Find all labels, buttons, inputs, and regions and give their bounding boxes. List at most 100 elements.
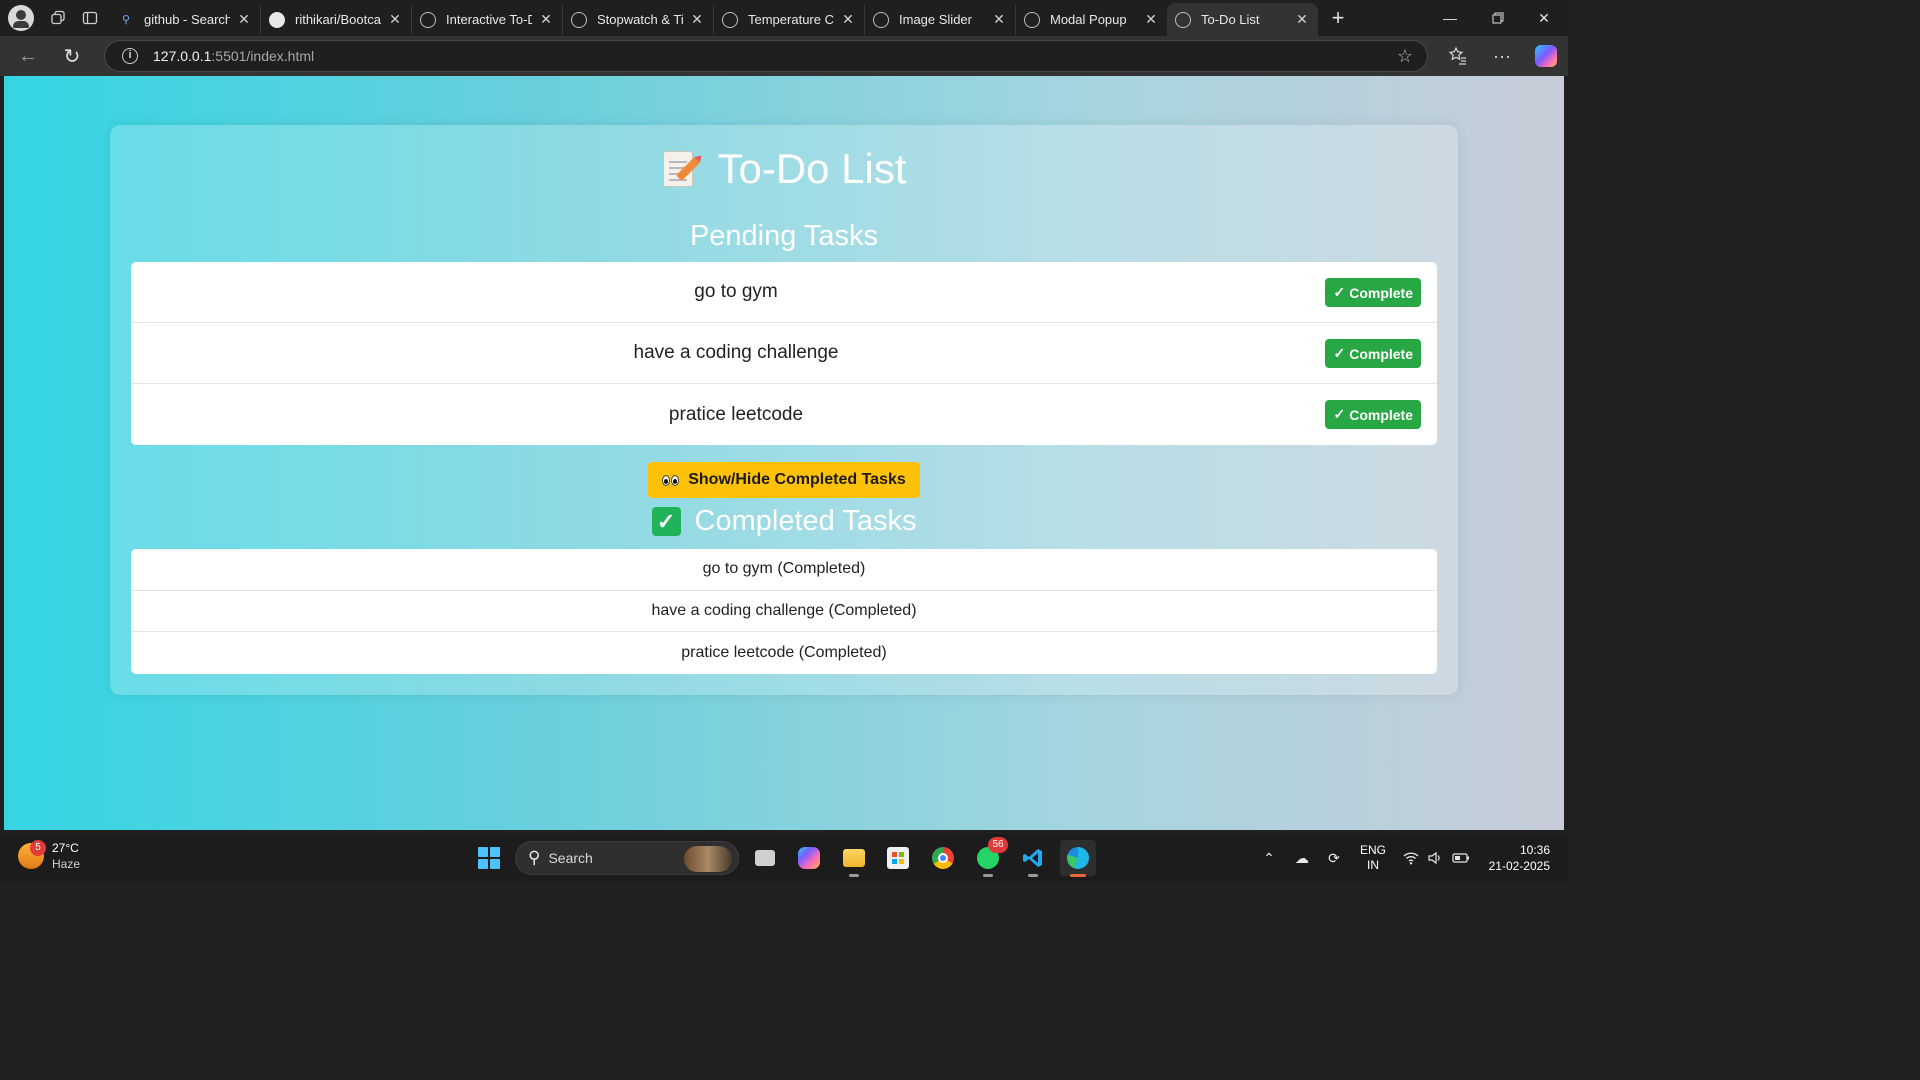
whatsapp-badge: 56 — [988, 837, 1008, 853]
search-icon: ⚲ — [121, 13, 131, 26]
tab-label: Stopwatch & Tim — [597, 12, 683, 27]
complete-button-label: Complete — [1349, 406, 1413, 423]
copilot-icon[interactable] — [1526, 36, 1566, 76]
task-text: have a coding challenge — [633, 342, 839, 363]
globe-icon — [571, 11, 587, 28]
show-hidden-icons-chevron-icon[interactable]: ⌃ — [1258, 834, 1280, 882]
globe-icon — [1175, 11, 1191, 28]
close-icon[interactable]: ✕ — [538, 11, 554, 28]
volume-icon[interactable] — [1424, 834, 1446, 882]
globe-icon — [873, 11, 889, 28]
tab-stopwatch[interactable]: Stopwatch & Tim ✕ — [563, 4, 714, 35]
close-icon[interactable]: ✕ — [236, 11, 252, 28]
restore-button[interactable] — [1474, 0, 1522, 36]
check-mark-icon: ✓ — [651, 507, 681, 536]
close-icon[interactable]: ✕ — [840, 11, 856, 28]
close-icon[interactable]: ✕ — [689, 11, 705, 28]
page-title: To-Do List — [110, 145, 1458, 193]
completed-heading-text: Completed Tasks — [694, 505, 917, 537]
globe-icon — [722, 11, 738, 28]
complete-button[interactable]: ✓ Complete — [1325, 400, 1421, 429]
check-icon: ✓ — [1333, 406, 1346, 422]
url-input[interactable]: i 127.0.0.1:5501/index.html ☆ — [104, 40, 1428, 72]
weather-icon: 5 — [18, 840, 46, 869]
tab-temperature[interactable]: Temperature Con ✕ — [714, 4, 865, 35]
page-viewport: To-Do List Pending Tasks go to gym ✓ Comp… — [4, 76, 1564, 830]
more-menu-icon[interactable]: ··· — [1482, 36, 1522, 76]
copilot-icon — [798, 847, 820, 869]
store-button[interactable] — [880, 840, 916, 876]
vertical-tabs-icon[interactable] — [74, 2, 106, 34]
file-explorer-button[interactable] — [836, 840, 872, 877]
search-label: Search — [548, 850, 593, 866]
profile-avatar-icon[interactable] — [8, 5, 34, 31]
tab-label: Image Slider — [899, 12, 972, 27]
vscode-icon — [1023, 849, 1042, 867]
battery-icon[interactable] — [1450, 834, 1472, 882]
clock-date: 21-02-2025 — [1488, 859, 1550, 873]
vscode-button[interactable] — [1015, 840, 1051, 877]
edge-button[interactable] — [1060, 840, 1096, 877]
tab-github-repo[interactable]: rithikari/Bootcam ✕ — [261, 4, 412, 35]
tab-modal-popup[interactable]: Modal Popup ✕ — [1016, 5, 1167, 35]
completed-task-list: go to gym (Completed) have a coding chal… — [131, 549, 1437, 674]
workspaces-icon[interactable] — [42, 2, 74, 34]
weather-temperature: 27°C — [52, 841, 79, 855]
check-icon: ✓ — [1333, 345, 1346, 361]
tab-image-slider[interactable]: Image Slider ✕ — [865, 4, 1016, 35]
tab-label: Modal Popup — [1050, 12, 1127, 27]
complete-button-label: Complete — [1349, 345, 1413, 362]
wifi-icon[interactable] — [1400, 834, 1422, 882]
copilot-app-button[interactable] — [791, 840, 827, 876]
close-icon[interactable]: ✕ — [1143, 11, 1159, 28]
chrome-button[interactable] — [925, 840, 961, 876]
toggle-button-label: Show/Hide Completed Tasks — [688, 471, 906, 488]
site-info-icon[interactable]: i — [122, 48, 138, 64]
url-host: 127.0.0.1 — [153, 48, 212, 64]
check-icon: ✓ — [1333, 284, 1346, 300]
refresh-icon[interactable]: ↻ — [50, 38, 94, 74]
favorite-star-icon[interactable]: ☆ — [1397, 46, 1413, 67]
tab-interactive-todo[interactable]: Interactive To-Do ✕ — [412, 4, 563, 35]
window-close-button[interactable]: ✕ — [1520, 0, 1568, 36]
eyes-icon — [662, 474, 680, 486]
onedrive-icon[interactable]: ☁ — [1290, 834, 1314, 882]
tab-label: github - Search — [144, 12, 230, 27]
task-view-button[interactable] — [747, 840, 783, 876]
toggle-completed-button[interactable]: Show/Hide Completed Tasks — [648, 462, 920, 498]
completed-tasks-heading: ✓ Completed Tasks — [110, 505, 1458, 538]
task-text: go to gym — [694, 281, 778, 302]
whatsapp-button[interactable]: 56 — [970, 837, 1008, 877]
minimize-button[interactable]: — — [1426, 0, 1474, 36]
clock-time: 10:36 — [1519, 843, 1550, 857]
pending-task-item: have a coding challenge ✓ Complete — [131, 323, 1437, 384]
folder-icon — [843, 849, 865, 867]
start-button[interactable] — [471, 840, 507, 876]
windows-logo-icon — [478, 847, 500, 869]
new-tab-button[interactable]: + — [1318, 5, 1358, 31]
language-region: IN — [1367, 858, 1379, 872]
pending-task-item: pratice leetcode ✓ Complete — [131, 384, 1437, 445]
close-icon[interactable]: ✕ — [1294, 11, 1310, 28]
clock[interactable]: 10:36 21-02-2025 — [1478, 834, 1550, 882]
weather-badge: 5 — [30, 840, 46, 856]
close-icon[interactable]: ✕ — [991, 11, 1007, 28]
edge-icon — [1067, 847, 1089, 869]
weather-widget[interactable]: 5 27°C Haze — [18, 840, 80, 872]
page-title-text: To-Do List — [717, 145, 907, 192]
github-icon — [269, 11, 285, 28]
favorites-icon[interactable] — [1438, 36, 1478, 76]
complete-button[interactable]: ✓ Complete — [1325, 339, 1421, 368]
tab-label: rithikari/Bootcam — [295, 12, 381, 27]
language-code: ENG — [1359, 843, 1386, 857]
back-arrow-icon[interactable]: ← — [6, 38, 50, 74]
tab-todo-list[interactable]: To-Do List ✕ — [1167, 3, 1318, 36]
close-icon[interactable]: ✕ — [387, 11, 403, 28]
taskbar-search-box[interactable]: ⚲ Search — [515, 841, 739, 875]
tab-github-search[interactable]: ⚲ github - Search ✕ — [110, 4, 261, 35]
weather-description: Haze — [52, 857, 81, 871]
complete-button[interactable]: ✓ Complete — [1325, 278, 1421, 307]
language-indicator[interactable]: ENG IN — [1356, 834, 1390, 882]
memo-icon — [661, 149, 701, 189]
sync-icon[interactable]: ⟳ — [1322, 834, 1346, 882]
